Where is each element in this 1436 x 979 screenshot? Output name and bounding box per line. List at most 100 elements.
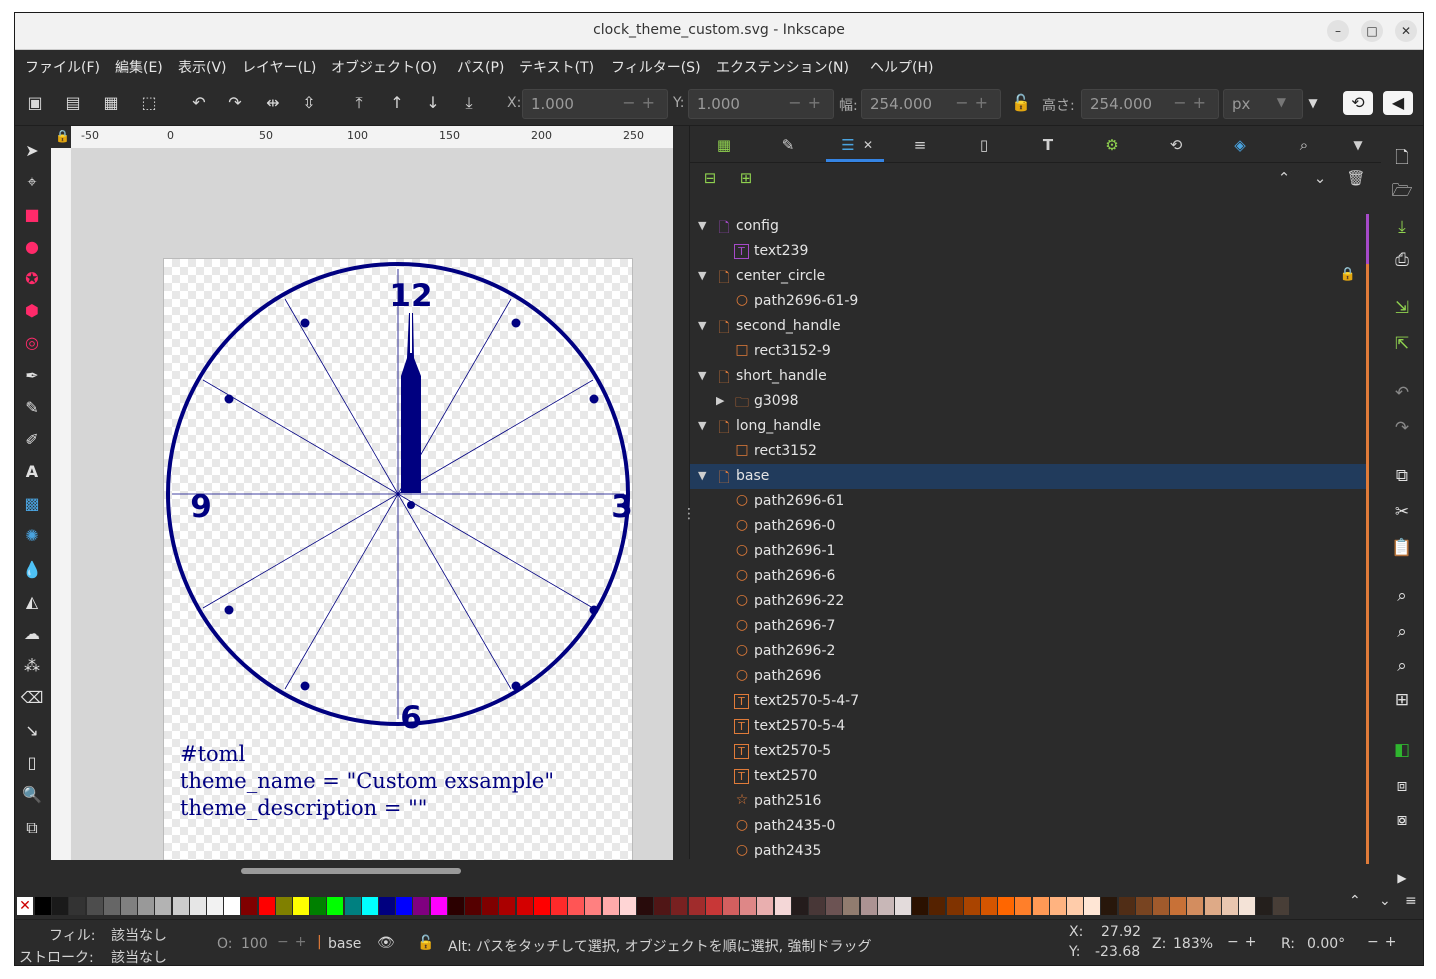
spray-tool-icon[interactable]: ⁂ [20, 654, 44, 678]
color-swatch[interactable] [809, 897, 825, 915]
clone-icon[interactable]: ⧈ [1390, 774, 1414, 798]
color-swatch[interactable] [52, 897, 69, 915]
color-swatch[interactable] [482, 897, 499, 915]
maximize-icon[interactable]: □ [1361, 20, 1383, 42]
selector-tool-icon[interactable]: ➤ [20, 139, 44, 163]
color-swatch[interactable] [1256, 897, 1273, 915]
color-swatch[interactable] [826, 897, 843, 915]
menu-edit[interactable]: 編集(E) [115, 57, 163, 77]
save-document-icon[interactable]: ⤓ [1390, 215, 1414, 239]
color-swatch[interactable] [258, 897, 275, 915]
color-swatch[interactable] [155, 897, 172, 915]
palette-up-icon[interactable]: ⌃ [1349, 893, 1361, 909]
rotation-stepper-icon[interactable]: −+ [1367, 934, 1402, 950]
color-swatch[interactable] [465, 897, 481, 915]
layer-row[interactable]: ▼ 🗋 short_handle [690, 364, 1369, 389]
opacity-stepper-icon[interactable]: −+ [277, 934, 312, 950]
object-row[interactable]: ○ path2696-7 [690, 614, 1369, 639]
color-swatch[interactable] [207, 897, 223, 915]
color-swatch[interactable] [551, 897, 567, 915]
color-swatch[interactable] [447, 897, 464, 915]
document-properties-tab-icon[interactable]: ▯ [972, 134, 996, 156]
object-row[interactable]: Ttext2570-5-4 [690, 714, 1369, 739]
menu-path[interactable]: パス(P) [457, 57, 504, 77]
rectangle-tool-icon[interactable]: ■ [20, 203, 44, 227]
color-swatch[interactable] [344, 897, 361, 915]
pages-tool-icon[interactable]: ▯ [20, 751, 44, 775]
zoom-center-icon[interactable]: ⊞ [1390, 688, 1414, 712]
layer-lock-icon[interactable]: 🔓 [417, 935, 434, 951]
calligraphy-tool-icon[interactable]: ✐ [20, 428, 44, 452]
current-layer[interactable]: base [328, 936, 361, 952]
rotate-cw-icon[interactable]: ↷ [223, 91, 247, 115]
close-icon[interactable]: ✕ [1395, 20, 1417, 42]
menu-view[interactable]: 表示(V) [178, 57, 227, 77]
color-swatch[interactable] [654, 897, 671, 915]
expand-right-icon[interactable]: ▶ [716, 394, 724, 407]
zoom-value[interactable]: 183% [1173, 936, 1213, 952]
menu-filters[interactable]: フィルター(S) [611, 57, 701, 77]
width-spinbox[interactable]: 254.000 −+ [861, 89, 1001, 119]
color-swatch[interactable] [1067, 897, 1083, 915]
object-row[interactable]: Ttext2570-5 [690, 739, 1369, 764]
color-swatch[interactable] [1187, 897, 1204, 915]
expand-down-icon[interactable]: ▼ [698, 219, 706, 232]
lower-icon[interactable]: ↓ [421, 91, 445, 115]
color-swatch[interactable] [361, 897, 378, 915]
node-tool-icon[interactable]: ⌖ [20, 170, 44, 194]
text-tool-icon[interactable]: A [20, 460, 44, 484]
color-swatch[interactable] [499, 897, 516, 915]
color-swatch[interactable] [929, 897, 946, 915]
color-swatch[interactable] [327, 897, 344, 915]
object-row[interactable]: Ttext2570-5-4-7 [690, 689, 1369, 714]
guide-lock-icon[interactable]: 🔒 [55, 129, 70, 143]
color-swatch[interactable] [843, 897, 860, 915]
x-spinbox[interactable]: 1.000 −+ [522, 89, 668, 119]
palette-menu-icon[interactable]: ≡ [1405, 893, 1417, 909]
color-swatch[interactable] [1118, 897, 1135, 915]
select-all-icon[interactable]: ▣ [23, 91, 47, 115]
color-swatch[interactable] [1170, 897, 1187, 915]
copy-icon[interactable]: ⧉ [1390, 464, 1414, 488]
width-stepper-icon[interactable]: −+ [955, 93, 994, 112]
zoom-stepper-icon[interactable]: −+ [1227, 934, 1262, 950]
more-commands-icon[interactable]: ▶ [1390, 866, 1414, 890]
color-swatch[interactable] [310, 897, 327, 915]
color-swatch[interactable] [138, 897, 155, 915]
deselect-icon[interactable]: ⬚ [137, 91, 161, 115]
open-document-icon[interactable]: 🗁 [1390, 179, 1414, 203]
color-swatch[interactable] [430, 897, 447, 915]
add-sublayer-icon[interactable]: ⊞ [734, 167, 758, 189]
color-swatch[interactable] [602, 897, 619, 915]
object-row[interactable]: ○ path2696-61 [690, 489, 1369, 514]
tabs-overflow-icon[interactable]: ▼ [1346, 134, 1370, 156]
select-same-icon[interactable]: ▦ [99, 91, 123, 115]
color-swatch[interactable] [103, 897, 120, 915]
xml-editor-tab-icon[interactable]: ⚙ [1100, 134, 1124, 156]
menu-layer[interactable]: レイヤー(L) [242, 57, 316, 77]
zoom-tool-icon[interactable]: 🔍 [20, 783, 44, 807]
menu-file[interactable]: ファイル(F) [25, 57, 100, 77]
color-swatch[interactable] [379, 897, 395, 915]
color-swatch[interactable] [1049, 897, 1066, 915]
no-paint-swatch[interactable]: ✕ [17, 897, 33, 915]
color-swatch[interactable] [946, 897, 963, 915]
color-swatch[interactable] [533, 897, 550, 915]
dropper-tool-icon[interactable]: 💧 [20, 558, 44, 582]
color-swatch[interactable] [293, 897, 309, 915]
object-row[interactable]: ○ path2435 [690, 839, 1369, 864]
move-up-icon[interactable]: ⌃ [1272, 167, 1296, 189]
color-swatch[interactable] [413, 897, 430, 915]
color-swatch[interactable] [688, 897, 705, 915]
flip-horizontal-icon[interactable]: ⇹ [261, 91, 285, 115]
align-tab-icon[interactable]: ≡ [908, 134, 932, 156]
color-swatch[interactable] [877, 897, 894, 915]
color-swatch[interactable] [241, 897, 258, 915]
paste-icon[interactable]: 📋 [1390, 536, 1414, 560]
snap-toggle-icon[interactable]: ⟲ [1343, 91, 1373, 115]
color-swatch[interactable] [189, 897, 206, 915]
color-swatch[interactable] [1101, 897, 1118, 915]
object-row[interactable]: ○ path2696-22 [690, 589, 1369, 614]
delete-icon[interactable]: 🗑 [1344, 167, 1368, 189]
object-row[interactable]: □ rect3152-9 [690, 339, 1369, 364]
